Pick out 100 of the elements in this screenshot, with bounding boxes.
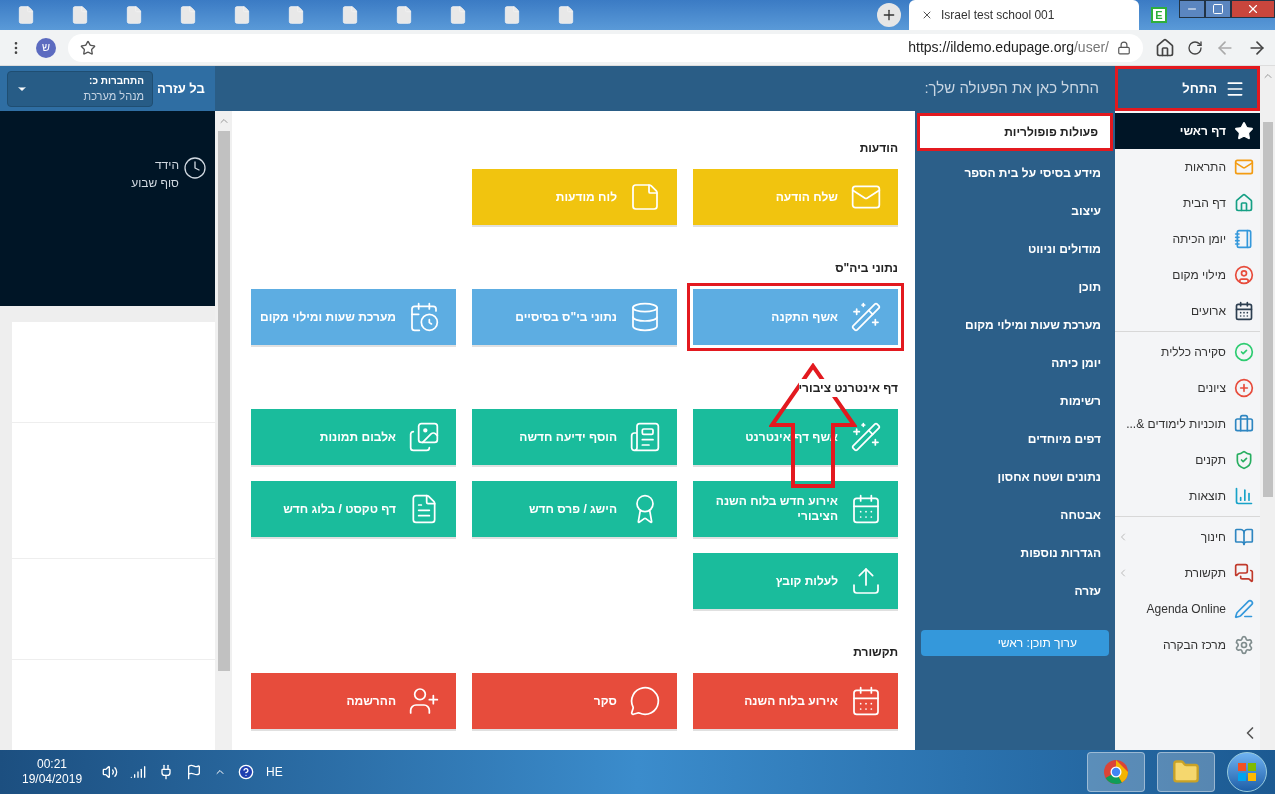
browser-logo-icon [1103,759,1129,785]
login-role: מנהל מערכת [82,88,144,104]
windows-logo-icon [1237,762,1257,782]
menu-item[interactable]: מודולים וניווט [917,230,1113,268]
reload-icon[interactable] [1187,39,1203,56]
sidebar-item[interactable]: ציונים [1115,370,1260,406]
menu-item[interactable]: הגדרות נוספות [917,534,1113,572]
sidebar-item[interactable]: Agenda Online [1115,591,1260,627]
taskbar-browser-button[interactable] [1087,752,1145,792]
maximize-button[interactable] [1205,0,1231,18]
signal-icon[interactable] [130,764,147,780]
bookmark-star-icon[interactable] [80,39,96,56]
help-icon[interactable] [238,764,255,780]
star-icon [1234,121,1254,141]
file-icon[interactable] [124,3,144,27]
speech-bubble-icon [629,685,661,717]
file-icon[interactable] [394,3,414,27]
newspaper-icon [629,421,661,453]
address-field[interactable]: https://ildemo.edupage.org/user/ [68,33,1143,62]
file-icon[interactable] [16,3,36,27]
new-tab-button[interactable] [877,3,901,27]
profile-avatar[interactable]: ש [36,37,56,58]
taskbar-folder-button[interactable] [1157,752,1215,792]
menu-item[interactable]: מידע בסיסי על בית הספר [917,154,1113,192]
file-icon[interactable] [502,3,522,27]
sidebar-item[interactable]: יומן הכיתה [1115,221,1260,257]
close-icon[interactable] [921,9,933,21]
menu-item[interactable]: פעולות פופולריות [917,113,1113,151]
plus-circle-icon [1234,378,1254,398]
close-icon [1246,2,1260,16]
language-indicator[interactable]: HE [266,763,283,781]
flag-icon[interactable] [186,764,203,780]
scrollbar[interactable] [215,111,232,750]
start-menu-button[interactable]: התחל [1115,66,1260,111]
file-icon[interactable] [178,3,198,27]
magic-wand-icon [850,421,882,453]
sidebar-item[interactable]: דף ראשי [1115,113,1260,149]
browser-tab[interactable]: Israel test school 001 [909,0,1139,30]
tab-title: Israel test school 001 [941,7,1055,24]
menu-item[interactable]: נתונים ושטח אחסון [917,458,1113,496]
sidebar-item[interactable]: סקירה כללית [1115,334,1260,370]
section-heading: דף אינטרנט ציבורי [798,379,898,397]
event-subtitle: סוף שבוע [131,175,179,192]
file-icon[interactable] [286,3,306,27]
action-tile[interactable]: אירוע בלוח השנה [693,673,898,729]
file-icon[interactable] [340,3,360,27]
minimize-button[interactable] [1179,0,1205,18]
menu-item[interactable]: אבטחה [917,496,1113,534]
file-icon[interactable] [70,3,90,27]
event-title: הידד [153,157,179,174]
shield-icon [1234,450,1254,470]
menu-item[interactable]: רשימות [917,382,1113,420]
menu-item[interactable]: דפים מיוחדים [917,420,1113,458]
maximize-icon [1212,3,1224,15]
page-title: התחל כאן את הפעולה שלך: [924,78,1099,99]
check-circle-icon [1234,342,1254,362]
magic-wand-icon [850,301,882,333]
add-user-icon [408,685,440,717]
lock-icon [1117,40,1131,55]
url-text: https://ildemo.edupage.org/user/ [908,38,1109,57]
action-tile[interactable]: ההרשמה [251,673,456,729]
file-icon[interactable] [448,3,468,27]
photo-album-icon [408,421,440,453]
help-link[interactable]: בל עזרה [157,78,205,99]
menu-item[interactable]: עזרה [917,572,1113,610]
file-icon[interactable] [556,3,576,27]
login-dropdown[interactable]: התחברות כ: מנהל מערכת [7,70,153,107]
sidebar-item[interactable]: תקנים [1115,442,1260,478]
note-icon [629,181,661,213]
sidebar-item[interactable]: מילוי מקום [1115,257,1260,293]
menu-item[interactable]: עיצוב [917,192,1113,230]
sidebar-item[interactable]: חינוך [1115,519,1260,555]
home-icon[interactable] [1155,37,1175,58]
menu-item[interactable]: יומן כיתה [917,344,1113,382]
sidebar-item[interactable]: מרכז הבקרה [1115,627,1260,663]
sidebar-item[interactable]: דף הבית [1115,185,1260,221]
calendar-icon [850,685,882,717]
briefcase-icon [1234,414,1254,434]
scrollbar[interactable] [1260,66,1275,750]
clock-time[interactable]: 00:21 [37,757,68,772]
menu-item[interactable]: תוכן [917,268,1113,306]
menu-item[interactable]: מערכת שעות ומילוי מקום [917,306,1113,344]
sidebar-item[interactable]: תוכניות לימודים &... [1115,406,1260,442]
clock-icon [183,156,207,180]
sidebar-item[interactable]: תקשורת [1115,555,1260,591]
folder-icon [1172,758,1200,786]
chat-icon [1234,563,1254,583]
sidebar-item[interactable]: התראות [1115,149,1260,185]
sidebar-item[interactable]: תוצאות [1115,478,1260,514]
pen-icon [1234,599,1254,619]
action-tile[interactable]: סקר [472,673,677,729]
start-button[interactable] [1227,752,1267,792]
sidebar-item[interactable]: ארועים [1115,293,1260,329]
house-icon [1234,193,1254,213]
file-icon[interactable] [232,3,252,27]
clock-date[interactable]: 19/04/2019 [22,772,83,787]
close-button[interactable] [1231,0,1275,18]
speaker-icon[interactable] [102,764,119,780]
gear-icon [1234,635,1254,655]
plus-icon [881,7,897,23]
